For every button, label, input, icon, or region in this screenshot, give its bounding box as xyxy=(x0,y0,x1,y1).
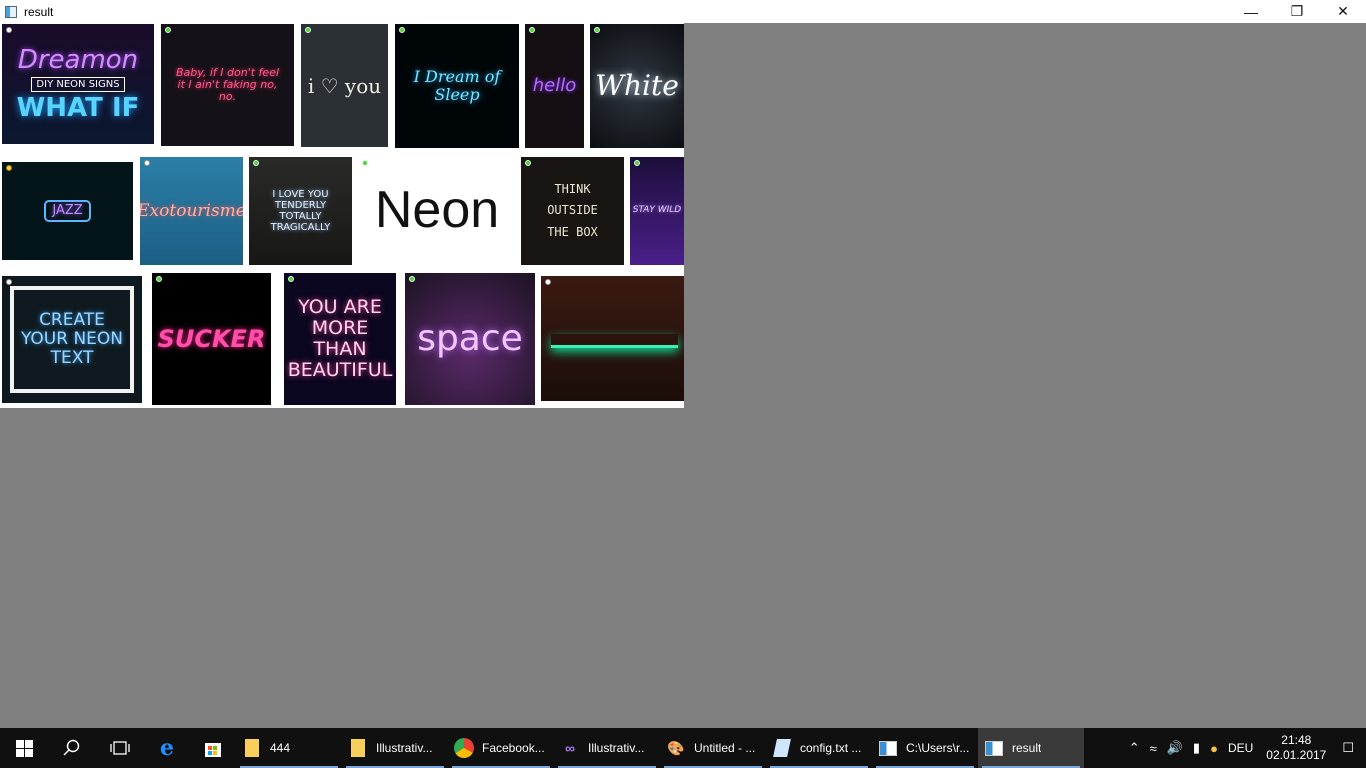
chrome-icon xyxy=(454,738,474,758)
task-view-button[interactable] xyxy=(96,728,144,768)
image-tile[interactable]: i ♡ you xyxy=(301,24,388,147)
clock[interactable]: 21:48 02.01.2017 xyxy=(1266,733,1326,763)
windows-icon xyxy=(15,739,33,757)
search-button[interactable] xyxy=(48,728,96,768)
image-tile[interactable]: I LOVE YOU TENDERLY TOTALLY TRAGICALLY xyxy=(249,157,352,265)
skyline-neon xyxy=(551,334,678,348)
image-tile[interactable]: Exotourisme xyxy=(140,157,243,265)
folder-icon xyxy=(242,738,262,758)
taskbar: e 444 Illustrativ... Facebook... ∞ Illus… xyxy=(0,728,1366,768)
task-view-icon xyxy=(110,741,130,755)
title-bar: result — ❐ ✕ xyxy=(0,0,1366,23)
taskbar-app-paint[interactable]: 🎨 Untitled - ... xyxy=(660,728,766,768)
store-button[interactable] xyxy=(190,728,236,768)
taskbar-app-explorer[interactable]: Illustrativ... xyxy=(342,728,448,768)
taskbar-app-window-users[interactable]: C:\Users\r... xyxy=(872,728,978,768)
restore-button[interactable]: ❐ xyxy=(1274,0,1320,23)
close-button[interactable]: ✕ xyxy=(1320,0,1366,23)
edge-button[interactable]: e xyxy=(144,728,190,768)
edge-icon: e xyxy=(160,735,174,761)
taskbar-app-444[interactable]: 444 xyxy=(236,728,342,768)
image-tile[interactable]: THINK OUTSIDE THE BOX xyxy=(521,157,624,265)
taskbar-app-chrome[interactable]: Facebook... xyxy=(448,728,554,768)
window-icon xyxy=(878,738,898,758)
image-tile[interactable]: Neon xyxy=(358,157,516,265)
start-button[interactable] xyxy=(0,728,48,768)
image-tile[interactable] xyxy=(541,276,684,401)
volume-icon[interactable]: 🔊 xyxy=(1167,740,1183,756)
wifi-icon[interactable]: ≈ xyxy=(1150,741,1157,756)
chevron-up-icon[interactable]: ⌃ xyxy=(1129,740,1140,756)
weather-icon[interactable]: ● xyxy=(1210,741,1218,756)
app-icon xyxy=(5,5,17,18)
notification-icon[interactable]: ☐ xyxy=(1342,740,1354,756)
window-controls: — ❐ ✕ xyxy=(1228,0,1366,23)
battery-icon[interactable]: ▮ xyxy=(1193,740,1200,756)
taskbar-app-result[interactable]: result xyxy=(978,728,1084,768)
taskbar-app-notepad[interactable]: config.txt ... xyxy=(766,728,872,768)
image-tile[interactable]: Baby, if I don't feel it I ain't faking … xyxy=(161,24,294,146)
image-tile[interactable]: CREATE YOUR NEON TEXT xyxy=(2,276,142,403)
minimize-button[interactable]: — xyxy=(1228,0,1274,23)
search-icon xyxy=(63,739,80,756)
clock-time: 21:48 xyxy=(1281,733,1312,747)
image-tile[interactable]: Dreamon DIY NEON SIGNS WHAT IF xyxy=(2,24,154,144)
image-tile[interactable]: I Dream of Sleep xyxy=(395,24,519,148)
folder-icon xyxy=(348,738,368,758)
image-tile[interactable]: JAZZ xyxy=(2,162,133,260)
store-icon xyxy=(205,743,221,757)
image-tile[interactable]: YOU ARE MORE THAN BEAUTIFUL xyxy=(284,273,396,405)
window-title: result xyxy=(24,4,54,19)
window-icon xyxy=(984,738,1004,758)
visual-studio-icon: ∞ xyxy=(565,740,575,756)
taskbar-app-visual-studio[interactable]: ∞ Illustrativ... xyxy=(554,728,660,768)
image-tile[interactable]: hello xyxy=(525,24,584,148)
language-indicator[interactable]: DEU xyxy=(1228,741,1253,755)
image-mosaic: Dreamon DIY NEON SIGNS WHAT IF Baby, if … xyxy=(0,23,684,408)
image-tile[interactable]: White xyxy=(590,24,684,148)
system-tray: ⌃ ≈ 🔊 ▮ ● DEU 21:48 02.01.2017 ☐ xyxy=(1124,728,1366,768)
image-tile[interactable]: space xyxy=(405,273,535,405)
clock-date: 02.01.2017 xyxy=(1266,748,1327,762)
image-tile[interactable]: STAY WILD xyxy=(630,157,684,265)
paint-icon: 🎨 xyxy=(667,739,685,756)
notepad-icon xyxy=(772,738,792,758)
image-tile[interactable]: SUCKER xyxy=(152,273,271,405)
